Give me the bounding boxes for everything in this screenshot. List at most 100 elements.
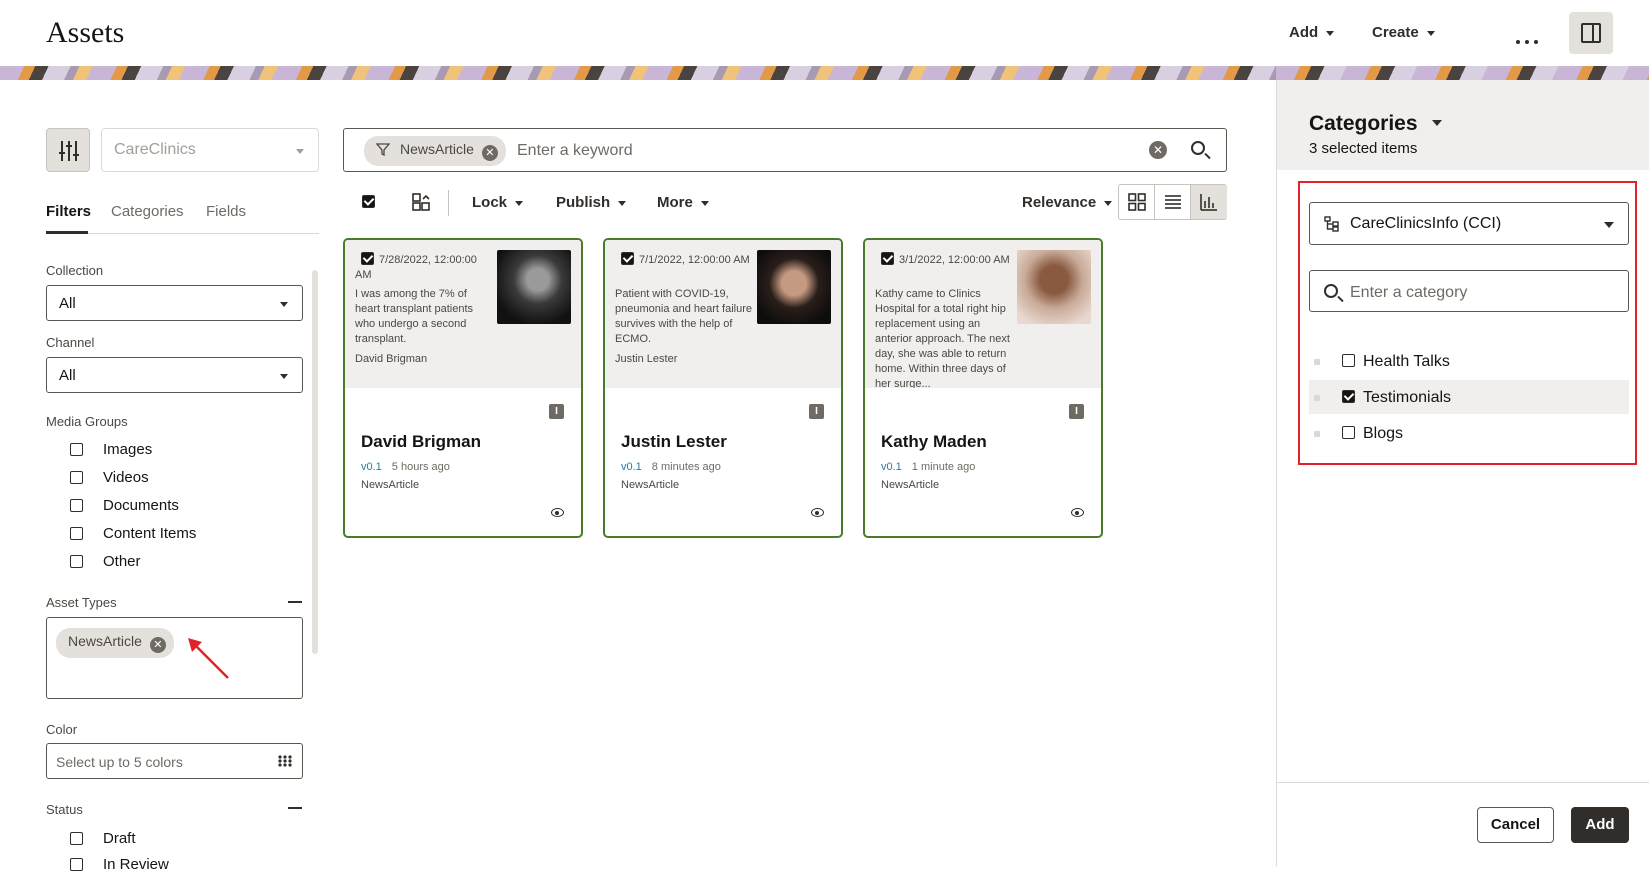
add-button[interactable]: Add xyxy=(1571,807,1629,843)
category-search-input[interactable]: Enter a category xyxy=(1309,270,1629,312)
card-meta: v0.1 5 hours ago xyxy=(361,461,450,473)
card-excerpt-text: I was among the 7% of heart transplant p… xyxy=(355,288,474,345)
card-time: 5 hours ago xyxy=(391,461,450,473)
card-version[interactable]: v0.1 xyxy=(621,461,642,473)
media-group-label: Documents xyxy=(103,497,179,514)
chevron-down-icon xyxy=(1604,222,1614,228)
remove-chip-icon[interactable]: ✕ xyxy=(149,637,166,653)
panel-title[interactable]: Categories xyxy=(1309,112,1442,136)
status-option-label: Draft xyxy=(103,830,136,847)
card-title[interactable]: Kathy Maden xyxy=(881,432,987,452)
checkbox[interactable] xyxy=(70,443,83,456)
list-view-button[interactable] xyxy=(1155,185,1191,219)
media-group-label: Content Items xyxy=(103,525,197,542)
card-excerpt-text: Patient with COVID-19, pneumonia and hea… xyxy=(615,288,752,345)
remove-chip-icon[interactable]: ✕ xyxy=(481,145,498,161)
color-placeholder: Select up to 5 colors xyxy=(56,754,183,770)
card-meta: v0.1 8 minutes ago xyxy=(621,461,721,473)
asset-type-chip: NewsArticle ✕ xyxy=(56,628,174,658)
footer-divider xyxy=(1276,782,1649,783)
media-group-images[interactable]: Images xyxy=(70,441,152,458)
eye-icon[interactable] xyxy=(811,508,824,517)
checkbox[interactable] xyxy=(70,471,83,484)
checkbox[interactable] xyxy=(70,527,83,540)
checkbox[interactable] xyxy=(70,499,83,512)
status-draft[interactable]: Draft xyxy=(70,830,136,847)
channel-select[interactable]: All xyxy=(46,357,303,393)
category-checkbox[interactable] xyxy=(1342,390,1355,403)
create-menu-label: Create xyxy=(1372,24,1419,41)
filter-toggle-button[interactable] xyxy=(46,128,90,172)
grid-view-button[interactable] xyxy=(1119,185,1155,219)
category-checkbox[interactable] xyxy=(1342,354,1355,367)
color-picker-field[interactable]: Select up to 5 colors xyxy=(46,743,303,779)
collapse-icon[interactable] xyxy=(288,601,302,603)
eye-icon[interactable] xyxy=(551,508,564,517)
collection-select[interactable]: All xyxy=(46,285,303,321)
category-item-blogs[interactable]: Blogs xyxy=(1309,416,1629,450)
sort-menu-button[interactable]: Relevance xyxy=(1022,194,1113,211)
tree-bullet xyxy=(1314,431,1320,437)
search-input[interactable]: Enter a keyword xyxy=(517,142,633,160)
list-icon xyxy=(1165,195,1181,209)
card-title[interactable]: David Brigman xyxy=(361,432,481,452)
select-toggle-icon[interactable] xyxy=(412,193,430,211)
repository-select[interactable]: CareClinics xyxy=(101,128,319,172)
add-menu-button[interactable]: Add xyxy=(1289,24,1335,41)
chevron-down-icon xyxy=(1431,120,1442,126)
collection-value: All xyxy=(59,295,76,312)
tab-fields[interactable]: Fields xyxy=(206,203,246,220)
category-item-health-talks[interactable]: Health Talks xyxy=(1309,344,1629,378)
asset-card[interactable]: 7/1/2022, 12:00:00 AM Patient with COVID… xyxy=(603,238,843,538)
card-title[interactable]: Justin Lester xyxy=(621,432,727,452)
card-excerpt: Patient with COVID-19, pneumonia and hea… xyxy=(615,287,755,367)
tree-bullet xyxy=(1314,359,1320,365)
panel-header: Categories 3 selected items xyxy=(1277,80,1649,170)
more-actions-icon[interactable] xyxy=(1516,31,1543,49)
eye-icon[interactable] xyxy=(1071,508,1084,517)
more-menu-button[interactable]: More xyxy=(657,194,709,211)
media-group-other[interactable]: Other xyxy=(70,553,141,570)
search-icon[interactable] xyxy=(1191,141,1205,155)
chevron-down-icon xyxy=(515,200,524,206)
media-group-videos[interactable]: Videos xyxy=(70,469,149,486)
card-version[interactable]: v0.1 xyxy=(881,461,902,473)
checkbox[interactable] xyxy=(70,858,83,871)
side-panel-toggle-button[interactable] xyxy=(1569,12,1613,54)
analytics-view-button[interactable] xyxy=(1191,185,1227,219)
lock-menu-button[interactable]: Lock xyxy=(472,194,524,211)
asset-types-field[interactable]: NewsArticle ✕ xyxy=(46,617,303,699)
card-type-badge: I xyxy=(549,404,564,419)
category-checkbox[interactable] xyxy=(1342,426,1355,439)
media-group-documents[interactable]: Documents xyxy=(70,497,179,514)
cancel-button[interactable]: Cancel xyxy=(1477,807,1554,843)
asset-card[interactable]: 7/28/2022, 12:00:00 AM I was among the 7… xyxy=(343,238,583,538)
card-type: NewsArticle xyxy=(621,479,680,491)
tab-categories[interactable]: Categories xyxy=(111,203,184,220)
view-switcher xyxy=(1118,184,1227,220)
collection-label: Collection xyxy=(46,263,104,278)
create-menu-button[interactable]: Create xyxy=(1372,24,1435,41)
checkbox[interactable] xyxy=(70,555,83,568)
asset-card[interactable]: 3/1/2022, 12:00:00 AM Kathy came to Clin… xyxy=(863,238,1103,538)
asset-types-label: Asset Types xyxy=(46,595,117,610)
publish-menu-button[interactable]: Publish xyxy=(556,194,627,211)
clear-search-icon[interactable]: ✕ xyxy=(1149,141,1167,159)
category-label: Blogs xyxy=(1363,425,1404,442)
card-time: 1 minute ago xyxy=(911,461,976,473)
status-label: Status xyxy=(46,802,83,817)
tab-filters[interactable]: Filters xyxy=(46,203,91,220)
card-preview: 7/28/2022, 12:00:00 AM I was among the 7… xyxy=(345,240,581,388)
taxonomy-select[interactable]: CareClinicsInfo (CCI) xyxy=(1309,202,1629,245)
filter-scrollbar[interactable] xyxy=(312,270,318,654)
select-all-checkbox[interactable] xyxy=(362,195,375,208)
chevron-down-icon xyxy=(280,374,288,379)
search-bar[interactable]: NewsArticle ✕ Enter a keyword ✕ xyxy=(343,128,1227,172)
status-in-review[interactable]: In Review xyxy=(70,856,169,873)
media-group-content-items[interactable]: Content Items xyxy=(70,525,196,542)
category-item-testimonials[interactable]: Testimonials xyxy=(1309,380,1629,414)
card-version[interactable]: v0.1 xyxy=(361,461,382,473)
decorative-banner-right xyxy=(1276,66,1649,80)
collapse-icon[interactable] xyxy=(288,807,302,809)
checkbox[interactable] xyxy=(70,832,83,845)
